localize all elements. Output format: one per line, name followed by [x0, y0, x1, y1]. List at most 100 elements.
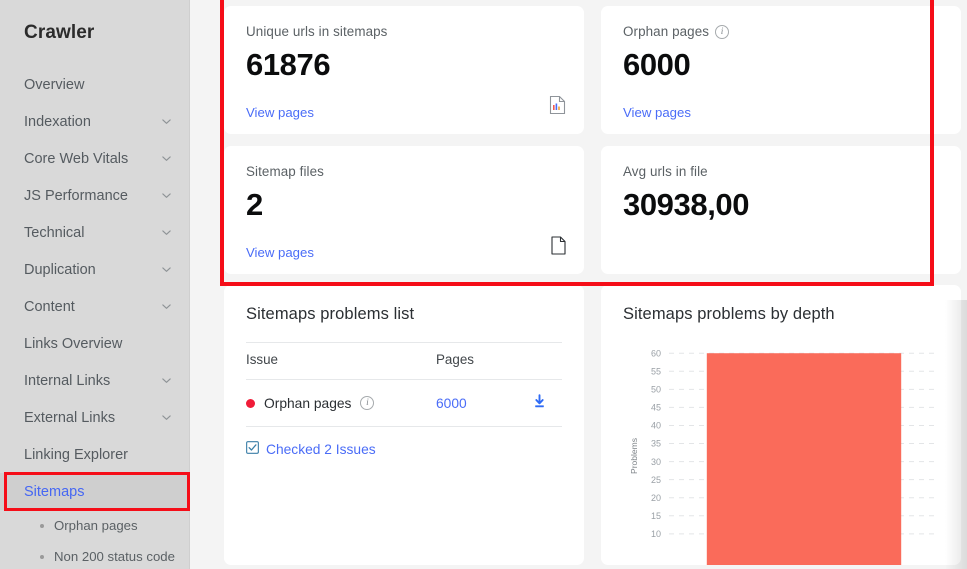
- sidebar-item-label: JS Performance: [24, 187, 128, 204]
- y-tick-label: 60: [651, 348, 661, 358]
- issues-table-head: Issue Pages: [246, 342, 562, 380]
- chart-y-axis-label: Problems: [629, 438, 639, 474]
- sitemaps-problems-list-panel: Sitemaps problems list Issue Pages Orpha…: [224, 285, 584, 565]
- sidebar-item-label: Linking Explorer: [24, 446, 128, 463]
- stat-card-value: 6000: [623, 47, 691, 82]
- bar-chart-svg: 60 55 50 45 40 35 30 25 20 15 10 Problems: [629, 348, 939, 565]
- table-header-row: Issue Pages: [246, 342, 562, 380]
- sidebar: Crawler Overview Indexation Core Web Vit…: [0, 0, 190, 569]
- stat-cards-grid: Unique urls in sitemaps 61876 View pages: [190, 0, 967, 274]
- view-pages-link[interactable]: View pages: [246, 245, 562, 260]
- stat-card-title-text: Orphan pages: [623, 24, 710, 39]
- y-tick-label: 15: [651, 511, 661, 521]
- bullet-icon: [40, 554, 44, 559]
- main-content: Unique urls in sitemaps 61876 View pages: [190, 0, 967, 569]
- stat-card-title-text: Avg urls in file: [623, 164, 708, 179]
- stat-card-sitemap-files: Sitemap files 2 View pages: [224, 146, 584, 274]
- y-tick-label: 40: [651, 421, 661, 431]
- stat-card-title-text: Sitemap files: [246, 164, 324, 179]
- issues-table-body: Orphan pages i 6000: [246, 379, 562, 427]
- y-tick-label: 10: [651, 529, 661, 539]
- sidebar-item-linking-explorer[interactable]: Linking Explorer: [0, 436, 190, 473]
- sidebar-item-label: Sitemaps: [24, 483, 85, 500]
- view-pages-link[interactable]: View pages: [246, 105, 562, 120]
- y-tick-label: 30: [651, 457, 661, 467]
- panel-title: Sitemaps problems list: [246, 305, 415, 323]
- pages-cell: 6000: [436, 379, 532, 427]
- sidebar-item-label: Overview: [24, 76, 85, 93]
- severity-dot-icon: [246, 398, 255, 408]
- column-header-pages: Pages: [436, 342, 532, 380]
- chart-bar[interactable]: [706, 353, 902, 565]
- chevron-down-icon: [161, 375, 172, 386]
- column-header-download: [532, 342, 562, 380]
- panels-grid: Sitemaps problems list Issue Pages Orpha…: [190, 274, 967, 565]
- table-row[interactable]: Orphan pages i 6000: [246, 379, 562, 427]
- sidebar-item-label: External Links: [24, 409, 116, 426]
- sidebar-item-sitemaps[interactable]: Sitemaps: [0, 473, 190, 510]
- stat-card-value: 30938,00: [623, 187, 750, 222]
- sidebar-item-label: Links Overview: [24, 335, 123, 352]
- info-icon[interactable]: i: [360, 396, 375, 410]
- checkbox-checked-icon[interactable]: [246, 441, 259, 457]
- sidebar-item-technical[interactable]: Technical: [0, 214, 190, 251]
- app-brand-title: Crawler: [24, 22, 95, 43]
- sidebar-item-label: Duplication: [24, 261, 96, 278]
- view-pages-link[interactable]: View pages: [623, 105, 939, 120]
- sidebar-item-indexation[interactable]: Indexation: [0, 103, 190, 140]
- sidebar-subitem-non-200-status-code[interactable]: Non 200 status code: [0, 541, 190, 569]
- stat-card-unique-urls: Unique urls in sitemaps 61876 View pages: [224, 6, 584, 134]
- checked-issues-toggle[interactable]: Checked 2 Issues: [246, 441, 562, 457]
- sidebar-item-content[interactable]: Content: [0, 288, 190, 325]
- sidebar-item-js-performance[interactable]: JS Performance: [0, 177, 190, 214]
- sidebar-item-external-links[interactable]: External Links: [0, 399, 190, 436]
- column-header-issue: Issue: [246, 342, 436, 380]
- y-tick-label: 55: [651, 366, 661, 376]
- chevron-down-icon: [161, 116, 172, 127]
- panel-title: Sitemaps problems by depth: [623, 305, 835, 323]
- y-tick-label: 20: [651, 493, 661, 503]
- stat-card-orphan-pages: Orphan pages i 6000 View pages: [601, 6, 961, 134]
- issue-cell: Orphan pages i: [246, 379, 436, 427]
- chevron-down-icon: [161, 227, 172, 238]
- chevron-down-icon: [161, 190, 172, 201]
- issue-cell-inner: Orphan pages i: [246, 396, 436, 411]
- issues-table: Issue Pages Orphan pages i 6000: [246, 342, 562, 427]
- y-tick-label: 25: [651, 475, 661, 485]
- sidebar-item-label: Content: [24, 298, 75, 315]
- stat-card-title-text: Unique urls in sitemaps: [246, 24, 388, 39]
- app-root: Crawler Overview Indexation Core Web Vit…: [0, 0, 967, 569]
- sitemaps-problems-by-depth-panel: Sitemaps problems by depth 60 55 50 45 40 35 3…: [601, 285, 961, 565]
- download-icon[interactable]: [532, 394, 547, 412]
- sidebar-subitem-orphan-pages[interactable]: Orphan pages: [0, 510, 190, 541]
- sidebar-item-internal-links[interactable]: Internal Links: [0, 362, 190, 399]
- sidebar-item-label: Core Web Vitals: [24, 150, 129, 167]
- sidebar-item-label: Internal Links: [24, 372, 111, 389]
- chevron-down-icon: [161, 412, 172, 423]
- issue-label: Orphan pages: [264, 395, 352, 411]
- sidebar-item-duplication[interactable]: Duplication: [0, 251, 190, 288]
- sidebar-item-links-overview[interactable]: Links Overview: [0, 325, 190, 362]
- xml-file-icon: [549, 95, 566, 120]
- sidebar-item-label: Indexation: [24, 113, 91, 130]
- file-icon: [551, 236, 566, 260]
- stat-card-value: 2: [246, 187, 263, 222]
- sidebar-item-label: Technical: [24, 224, 85, 241]
- info-icon[interactable]: i: [715, 24, 730, 39]
- chart-y-tick-labels: 60 55 50 45 40 35 30 25 20 15 10: [651, 348, 661, 539]
- stat-card-title: Orphan pages i: [623, 24, 939, 39]
- stat-card-title: Sitemap files: [246, 164, 562, 179]
- checked-issues-label: Checked 2 Issues: [266, 441, 376, 457]
- stat-card-title: Unique urls in sitemaps: [246, 24, 562, 39]
- y-tick-label: 50: [651, 385, 661, 395]
- stat-card-avg-urls-in-file: Avg urls in file 30938,00: [601, 146, 961, 274]
- chevron-down-icon: [161, 153, 172, 164]
- chevron-down-icon: [161, 264, 172, 275]
- sidebar-item-overview[interactable]: Overview: [0, 66, 190, 103]
- pages-count-link[interactable]: 6000: [436, 396, 467, 411]
- sidebar-item-core-web-vitals[interactable]: Core Web Vitals: [0, 140, 190, 177]
- y-tick-label: 35: [651, 439, 661, 449]
- bar-chart: 60 55 50 45 40 35 30 25 20 15 10 Problems: [623, 338, 939, 565]
- chevron-down-icon: [161, 301, 172, 312]
- sidebar-nav: Overview Indexation Core Web Vitals JS P…: [0, 66, 190, 569]
